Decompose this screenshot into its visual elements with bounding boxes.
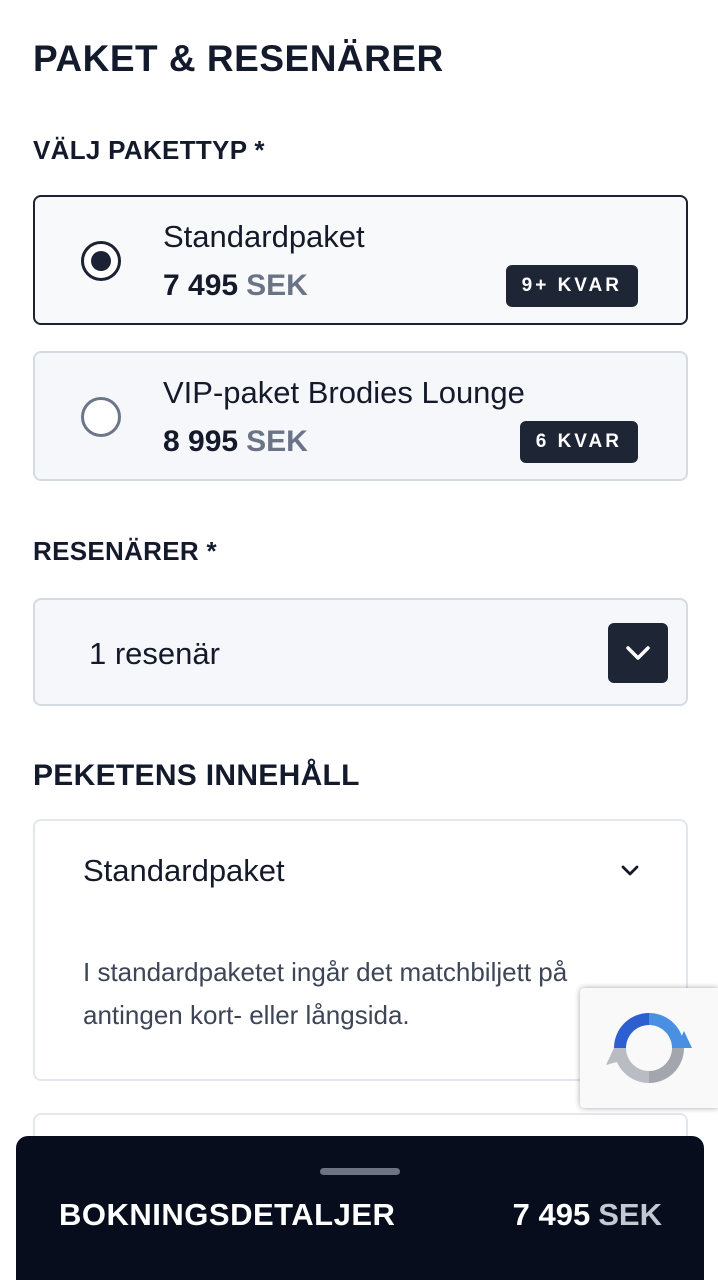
page-title: PAKET & RESENÄRER xyxy=(33,38,444,79)
price-amount: 8 995 xyxy=(163,425,239,458)
package-price: 8 995 SEK xyxy=(163,425,308,459)
package-name: VIP-paket Brodies Lounge xyxy=(163,375,525,410)
availability-badge: 9+ KVAR xyxy=(505,265,638,307)
package-contents-label: PEKETENS INNEHÅLL xyxy=(33,759,360,792)
travellers-selected-value: 1 resenär xyxy=(89,636,220,671)
total-currency: SEK xyxy=(598,1197,662,1232)
chevron-down-icon[interactable] xyxy=(618,859,642,883)
price-currency: SEK xyxy=(246,269,308,302)
select-toggle-button[interactable] xyxy=(608,623,668,683)
accordion-title: Standardpaket xyxy=(83,853,285,888)
package-option-vip[interactable]: VIP-paket Brodies Lounge 8 995 SEK 6 KVAR xyxy=(33,351,688,481)
recaptcha-badge[interactable] xyxy=(580,988,718,1108)
package-name: Standardpaket xyxy=(163,219,365,254)
chevron-down-icon xyxy=(626,646,650,660)
availability-badge: 6 KVAR xyxy=(519,421,638,463)
package-type-label: VÄLJ PAKETTYP * xyxy=(33,135,265,165)
radio-button[interactable] xyxy=(81,397,121,437)
booking-details-label: BOKNINGSDETALJER xyxy=(59,1197,396,1232)
total-amount: 7 495 xyxy=(512,1197,591,1232)
travellers-label: RESENÄRER * xyxy=(33,536,217,566)
accordion-body: I standardpaketet ingår det matchbiljett… xyxy=(83,957,568,1030)
booking-details-bar[interactable]: BOKNINGSDETALJER 7 495 SEK xyxy=(16,1136,704,1280)
booking-total: 7 495 SEK xyxy=(513,1197,662,1233)
package-price: 7 495 SEK xyxy=(163,269,308,303)
price-currency: SEK xyxy=(246,425,308,458)
radio-dot xyxy=(91,251,111,271)
package-option-standard[interactable]: Standardpaket 7 495 SEK 9+ KVAR xyxy=(33,195,688,325)
travellers-select[interactable]: 1 resenär xyxy=(33,598,688,706)
recaptcha-icon xyxy=(606,1013,692,1083)
radio-button-selected[interactable] xyxy=(81,241,121,281)
price-amount: 7 495 xyxy=(163,269,239,302)
drag-handle[interactable] xyxy=(320,1168,400,1175)
